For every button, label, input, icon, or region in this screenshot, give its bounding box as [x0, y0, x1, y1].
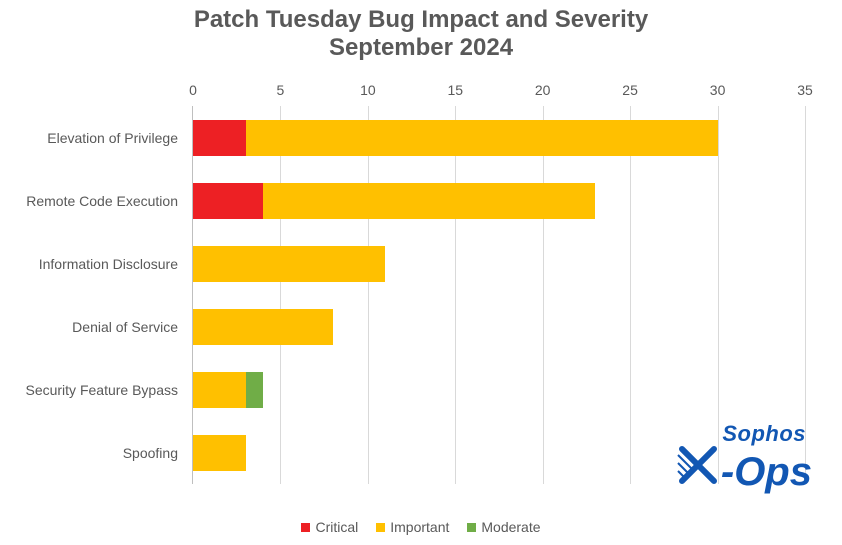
y-label: Remote Code Execution — [0, 169, 184, 232]
y-label: Spoofing — [0, 421, 184, 484]
bar-segment-critical — [193, 120, 246, 156]
legend-item-critical: Critical — [301, 519, 358, 535]
x-tick: 25 — [622, 82, 638, 98]
legend-swatch-critical — [301, 523, 310, 532]
x-tick: 35 — [797, 82, 813, 98]
x-tick: 10 — [360, 82, 376, 98]
y-label: Security Feature Bypass — [0, 358, 184, 421]
y-label: Elevation of Privilege — [0, 106, 184, 169]
chart-subtitle: September 2024 — [0, 34, 842, 62]
y-label: Information Disclosure — [0, 232, 184, 295]
y-axis-labels: Elevation of Privilege Remote Code Execu… — [0, 106, 184, 484]
chart-title: Patch Tuesday Bug Impact and Severity — [0, 6, 842, 34]
x-tick: 5 — [276, 82, 284, 98]
bar-elevation-of-privilege — [193, 106, 804, 169]
brand-x-icon — [677, 445, 719, 491]
bar-denial-of-service — [193, 295, 804, 358]
bar-segment-moderate — [246, 372, 264, 408]
chart-title-block: Patch Tuesday Bug Impact and Severity Se… — [0, 0, 842, 61]
bar-segment-critical — [193, 183, 263, 219]
legend-swatch-moderate — [467, 523, 476, 532]
legend-item-important: Important — [376, 519, 449, 535]
bar-remote-code-execution — [193, 169, 804, 232]
legend-label: Critical — [315, 519, 358, 535]
x-tick: 0 — [189, 82, 197, 98]
brand-line-1: Sophos — [677, 424, 812, 445]
legend-swatch-important — [376, 523, 385, 532]
x-tick: 30 — [710, 82, 726, 98]
bar-segment-important — [193, 372, 246, 408]
bar-security-feature-bypass — [193, 358, 804, 421]
x-tick: 15 — [448, 82, 464, 98]
bar-segment-important — [193, 246, 385, 282]
bar-segment-important — [193, 309, 333, 345]
bar-information-disclosure — [193, 232, 804, 295]
bar-segment-important — [263, 183, 595, 219]
bar-segment-important — [246, 120, 718, 156]
legend-label: Moderate — [481, 519, 540, 535]
legend-item-moderate: Moderate — [467, 519, 540, 535]
brand-line-2: -Ops — [721, 453, 812, 491]
y-label: Denial of Service — [0, 295, 184, 358]
bar-segment-important — [193, 435, 246, 471]
x-tick: 20 — [535, 82, 551, 98]
brand-watermark: Sophos -Ops — [677, 424, 812, 491]
legend-label: Important — [390, 519, 449, 535]
legend: Critical Important Moderate — [0, 519, 842, 535]
